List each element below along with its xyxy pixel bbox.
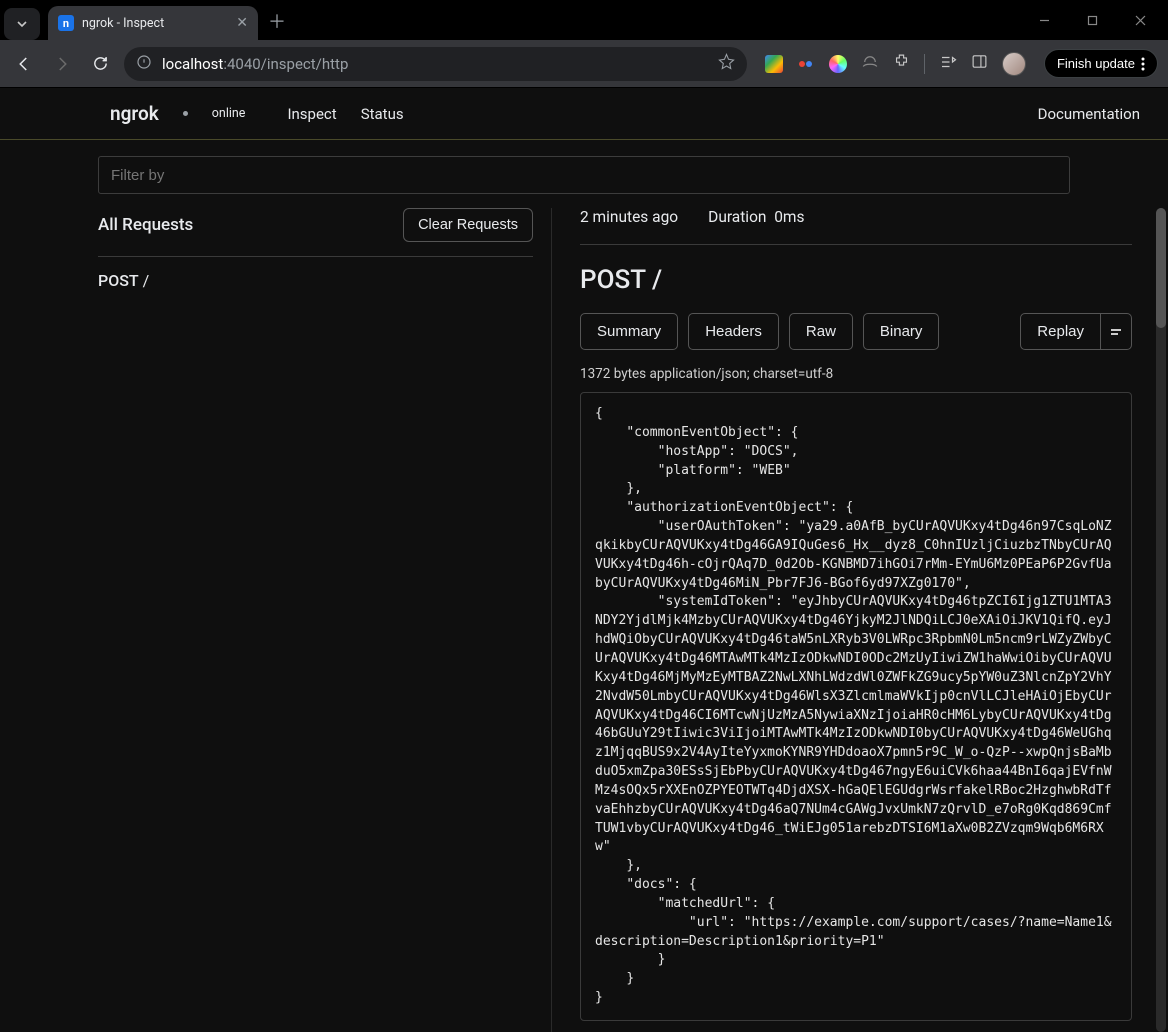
window-minimize-button[interactable] xyxy=(1022,6,1066,34)
filter-input[interactable] xyxy=(98,156,1070,194)
window-close-button[interactable] xyxy=(1118,6,1162,34)
status-text: online xyxy=(212,106,246,121)
detail-panel: 2 minutes ago Duration 0ms POST / Summar… xyxy=(552,208,1168,1032)
replay-button[interactable]: Replay xyxy=(1020,313,1101,350)
extension-2-icon[interactable] xyxy=(797,55,815,73)
browser-tab[interactable]: n ngrok - Inspect ✕ xyxy=(48,6,258,40)
extension-4-icon[interactable] xyxy=(861,53,879,75)
brand: ngrok xyxy=(110,102,159,125)
request-method: POST xyxy=(98,271,139,290)
response-body[interactable]: { "commonEventObject": { "hostApp": "DOC… xyxy=(580,392,1132,1021)
nav-inspect[interactable]: Inspect xyxy=(287,105,336,123)
extensions-menu-icon[interactable] xyxy=(893,53,910,74)
extension-1-icon[interactable] xyxy=(765,55,783,73)
reload-button[interactable] xyxy=(86,50,114,78)
media-control-icon[interactable] xyxy=(939,53,957,75)
tab-search-dropdown[interactable] xyxy=(4,8,40,40)
address-bar[interactable]: localhost:4040/inspect/http xyxy=(124,47,747,81)
tab-close-icon[interactable]: ✕ xyxy=(236,15,248,31)
detail-meta: 2 minutes ago Duration 0ms xyxy=(580,208,1132,245)
profile-avatar[interactable] xyxy=(1002,52,1026,76)
window-maximize-button[interactable] xyxy=(1070,6,1114,34)
nav-status[interactable]: Status xyxy=(361,105,404,123)
app-root: ngrok online Inspect Status Documentatio… xyxy=(0,88,1168,1032)
browser-toolbar: localhost:4040/inspect/http Finish updat… xyxy=(0,40,1168,88)
request-row[interactable]: POST / xyxy=(98,257,533,304)
tab-binary[interactable]: Binary xyxy=(863,313,940,350)
filter-row xyxy=(0,156,1168,194)
side-panel-icon[interactable] xyxy=(971,53,988,74)
documentation-link[interactable]: Documentation xyxy=(1038,105,1140,123)
replay-menu-button[interactable] xyxy=(1101,313,1132,350)
request-age: 2 minutes ago xyxy=(580,208,678,226)
tab-raw[interactable]: Raw xyxy=(789,313,853,350)
favicon-icon: n xyxy=(58,15,74,31)
duration: Duration 0ms xyxy=(708,208,804,226)
tab-title: ngrok - Inspect xyxy=(82,16,164,31)
app-body: All Requests Clear Requests POST / 2 min… xyxy=(0,140,1168,1032)
status-dot-icon xyxy=(183,111,188,116)
requests-panel: All Requests Clear Requests POST / xyxy=(0,208,552,1032)
forward-button[interactable] xyxy=(48,50,76,78)
site-info-icon[interactable] xyxy=(136,54,152,74)
window-controls xyxy=(1022,6,1162,34)
bookmark-icon[interactable] xyxy=(718,53,735,74)
clear-requests-button[interactable]: Clear Requests xyxy=(403,208,533,242)
toolbar-separator xyxy=(924,54,925,74)
tab-summary[interactable]: Summary xyxy=(580,313,678,350)
browser-titlebar: n ngrok - Inspect ✕ ＋ xyxy=(0,0,1168,40)
detail-tabs: Summary Headers Raw Binary Replay xyxy=(580,313,1132,350)
request-path: / xyxy=(143,271,150,290)
scrollbar[interactable] xyxy=(1156,208,1166,1032)
finish-update-button[interactable]: Finish update xyxy=(1044,49,1158,78)
content-meta: 1372 bytes application/json; charset=utf… xyxy=(580,366,1132,382)
app-header: ngrok online Inspect Status Documentatio… xyxy=(0,88,1168,140)
tab-headers[interactable]: Headers xyxy=(688,313,779,350)
requests-title: All Requests xyxy=(98,215,193,235)
new-tab-button[interactable]: ＋ xyxy=(268,8,286,34)
finish-update-label: Finish update xyxy=(1057,56,1135,71)
back-button[interactable] xyxy=(10,50,38,78)
url-text: localhost:4040/inspect/http xyxy=(162,55,348,73)
extension-3-icon[interactable] xyxy=(829,55,847,73)
detail-title: POST / xyxy=(580,265,1132,295)
extension-icons xyxy=(765,52,1026,76)
